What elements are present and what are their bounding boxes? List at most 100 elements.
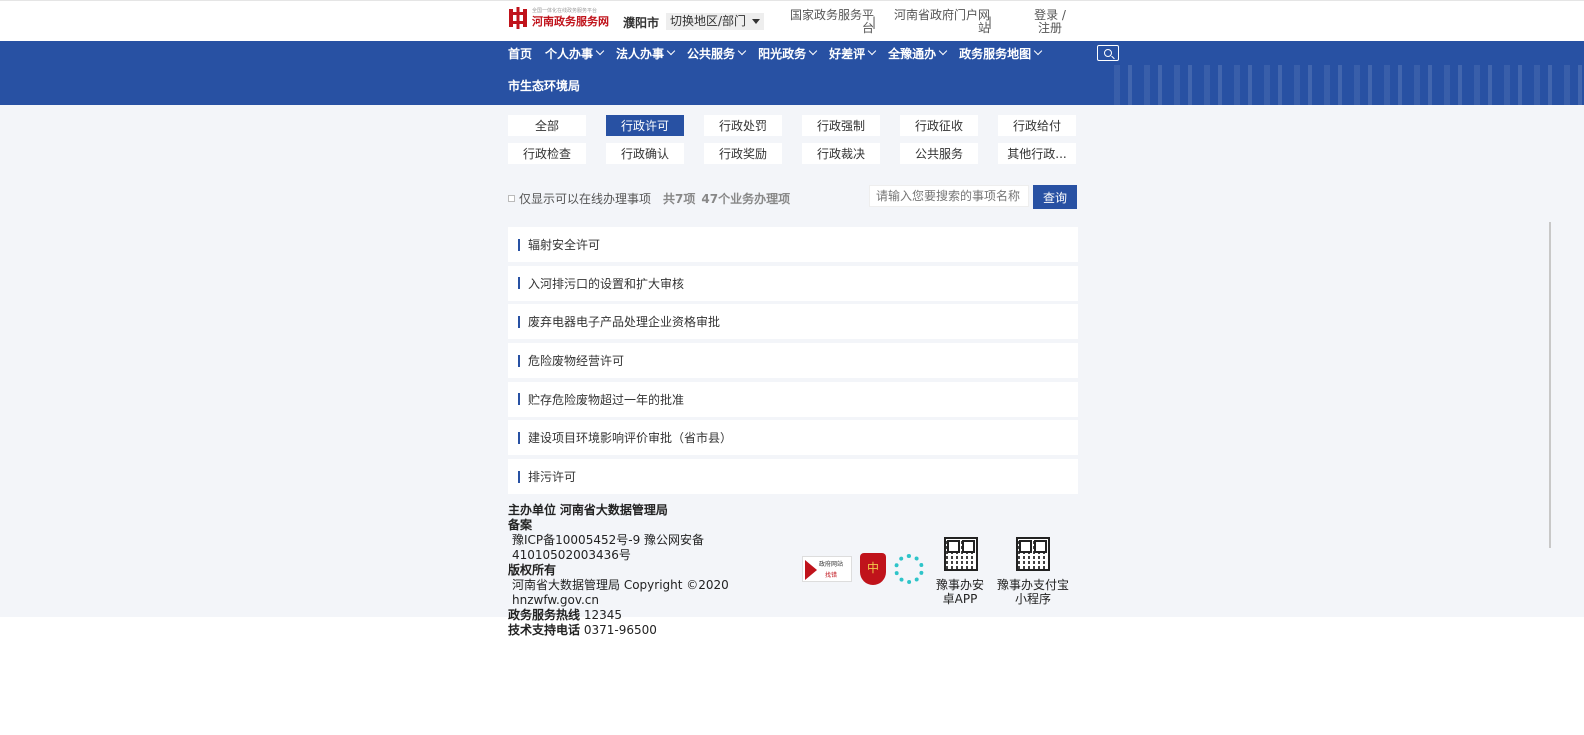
list-item[interactable]: 危险废物经营许可 xyxy=(508,343,1078,379)
list-item-title: 排污许可 xyxy=(528,470,577,485)
online-only-option: 仅显示可以在线办理事项 共7项 47个业务办理项 xyxy=(508,190,790,207)
nav-decoration xyxy=(1114,65,1584,105)
business-count: 47个业务办理项 xyxy=(701,192,791,206)
main-content: 全部 行政许可 行政处罚 行政强制 行政征收 行政给付 行政检查 行政确认 行政… xyxy=(0,105,1584,523)
filter-admin-confirmation[interactable]: 行政确认 xyxy=(606,143,684,164)
footer-copyright-value-1: 河南省大数据管理局 Copyright ©2020 xyxy=(512,578,729,592)
footer-hotline: 政务服务热线 12345 xyxy=(508,608,622,623)
site-logo[interactable]: 全国一体化在线政务服务平台 河南政务服务网 xyxy=(508,7,609,29)
flag-icon xyxy=(805,560,817,580)
list-item-title: 贮存危险废物超过一年的批准 xyxy=(528,392,685,407)
chevron-down-icon xyxy=(737,46,747,56)
gov-site-error-report-badge[interactable]: 政府网站 找错 xyxy=(802,556,852,582)
search-input[interactable] xyxy=(869,185,1029,207)
footer-background xyxy=(0,523,1584,617)
qr-android-label: 豫事办安卓APP xyxy=(935,578,984,606)
footer-copyright-value-2: hnzwfw.gov.cn xyxy=(512,593,600,607)
filter-other[interactable]: 其他行政... xyxy=(998,143,1076,164)
credit-circle-icon[interactable] xyxy=(894,554,924,584)
chevron-down-icon xyxy=(595,46,605,56)
footer-support: 技术支持电话 0371-96500 xyxy=(508,623,657,638)
online-only-checkbox[interactable] xyxy=(508,195,515,202)
list-item-title: 废弃电器电子产品处理企业资格审批 xyxy=(528,315,721,330)
nav-province-wide[interactable]: 全豫通办 xyxy=(888,45,948,61)
current-city: 濮阳市 xyxy=(623,16,660,30)
footer-host-label: 主办单位 xyxy=(508,503,557,517)
footer-record-label: 备案 xyxy=(508,518,532,533)
filter-admin-enforcement[interactable]: 行政强制 xyxy=(802,115,880,136)
footer-host: 主办单位 河南省大数据管理局 xyxy=(508,503,668,518)
nav-label: 政务服务地图 xyxy=(959,46,1032,61)
badge-gov-text: 政府网站 xyxy=(819,561,844,568)
nav-personal[interactable]: 个人办事 xyxy=(545,45,605,61)
caret-down-icon xyxy=(752,19,761,24)
filter-public-service[interactable]: 公共服务 xyxy=(900,143,978,164)
filter-admin-payment[interactable]: 行政给付 xyxy=(998,115,1076,136)
list-item-title: 入河排污口的设置和扩大审核 xyxy=(528,276,685,291)
filter-admin-levy[interactable]: 行政征收 xyxy=(900,115,978,136)
list-item[interactable]: 建设项目环境影响评价审批（省市县） xyxy=(508,420,1078,456)
nav-public-service[interactable]: 公共服务 xyxy=(687,45,747,61)
list-marker xyxy=(518,393,520,406)
party-gov-shield-icon[interactable] xyxy=(860,553,886,585)
login-register-link[interactable]: 登录 / 注册 xyxy=(1030,9,1070,35)
nav-label: 好差评 xyxy=(829,46,866,61)
nav-home[interactable]: 首页 xyxy=(508,45,532,61)
list-item[interactable]: 排污许可 xyxy=(508,459,1078,495)
footer-record-value-1[interactable]: 豫ICP备10005452号-9 豫公网安备 xyxy=(512,533,704,548)
national-platform-link[interactable]: 国家政务服务平台 xyxy=(782,9,874,35)
nav-search-button[interactable] xyxy=(1097,45,1119,61)
filter-all[interactable]: 全部 xyxy=(508,115,586,136)
list-item[interactable]: 入河排污口的设置和扩大审核 xyxy=(508,265,1078,301)
list-marker xyxy=(518,277,520,290)
nav-label: 公共服务 xyxy=(687,46,736,61)
top-header: 全国一体化在线政务服务平台 河南政务服务网 濮阳市 切换地区/部门 国家政务服务… xyxy=(0,0,1584,41)
qr-code-alipay-icon xyxy=(1016,537,1050,571)
gov-portal-link[interactable]: 河南省政府门户网站 xyxy=(886,9,990,35)
qr-code-android-icon xyxy=(944,537,978,571)
search-button[interactable]: 查询 xyxy=(1033,185,1077,209)
list-item-title: 辐射安全许可 xyxy=(528,238,601,252)
footer-copyright-label: 版权所有 xyxy=(508,563,556,578)
divider: | xyxy=(988,15,993,29)
list-item-title: 建设项目环境影响评价审批（省市县） xyxy=(528,431,733,446)
list-marker xyxy=(518,431,520,444)
list-marker xyxy=(518,354,520,367)
chevron-down-icon xyxy=(867,46,877,56)
badge-gov-subtext: 找错 xyxy=(825,572,838,579)
list-item[interactable]: 贮存危险废物超过一年的批准 xyxy=(508,381,1078,417)
item-count: 共7项 xyxy=(663,192,696,206)
switch-region-dropdown[interactable]: 切换地区/部门 xyxy=(666,13,765,30)
nav-label: 法人办事 xyxy=(616,46,665,61)
chevron-down-icon xyxy=(808,46,818,56)
nav-service-map[interactable]: 政务服务地图 xyxy=(959,45,1043,61)
nav-open-gov[interactable]: 阳光政务 xyxy=(758,45,818,61)
qr-alipay-label: 豫事办支付宝小程序 xyxy=(996,578,1069,606)
nav-corporate[interactable]: 法人办事 xyxy=(616,45,676,61)
main-nav: 首页 个人办事 法人办事 公共服务 阳光政务 好差评 全豫通办 政务服务地图 市… xyxy=(0,41,1584,105)
footer-host-value: 河南省大数据管理局 xyxy=(559,503,668,517)
list-marker xyxy=(518,238,520,251)
list-item-title: 危险废物经营许可 xyxy=(528,354,625,369)
list-item[interactable]: 废弃电器电子产品处理企业资格审批 xyxy=(508,304,1078,340)
footer-record-heading: 备案 xyxy=(508,518,533,532)
search-icon xyxy=(1104,49,1112,57)
logo-title: 河南政务服务网 xyxy=(532,14,609,28)
scrollbar[interactable] xyxy=(1549,222,1551,548)
footer-record-value-2[interactable]: 41010502003436号 xyxy=(512,548,631,563)
list-item[interactable]: 辐射安全许可 xyxy=(508,227,1078,262)
online-only-label[interactable]: 仅显示可以在线办理事项 xyxy=(519,190,651,207)
nav-rating[interactable]: 好差评 xyxy=(829,45,877,61)
switch-region-label: 切换地区/部门 xyxy=(670,14,747,28)
list-marker xyxy=(518,315,520,328)
chevron-down-icon xyxy=(938,46,948,56)
nav-label: 首页 xyxy=(508,46,533,61)
filter-admin-ruling[interactable]: 行政裁决 xyxy=(802,143,880,164)
filter-admin-inspection[interactable]: 行政检查 xyxy=(508,143,586,164)
filter-admin-reward[interactable]: 行政奖励 xyxy=(704,143,782,164)
footer-badges: 政府网站 找错 xyxy=(802,553,924,585)
nav-label: 个人办事 xyxy=(545,46,594,61)
filter-admin-penalty[interactable]: 行政处罚 xyxy=(704,115,782,136)
filter-admin-license[interactable]: 行政许可 xyxy=(606,115,684,136)
footer-support-label: 技术支持电话 xyxy=(508,623,581,637)
